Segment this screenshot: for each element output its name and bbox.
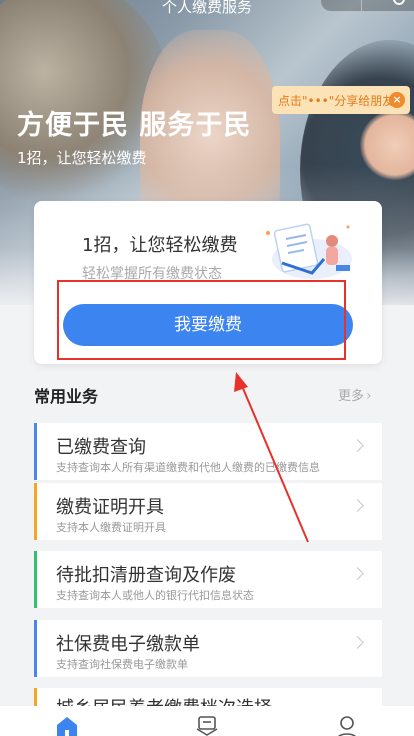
chevron-right-icon bbox=[351, 636, 364, 649]
list-item[interactable]: 社保费电子缴款单 支持查询社保费电子缴款单 bbox=[34, 620, 382, 677]
annotation-highlight-box bbox=[57, 280, 346, 360]
item-title: 社保费电子缴款单 bbox=[56, 634, 200, 655]
mini-program-capsule[interactable] bbox=[320, 0, 414, 12]
chevron-right-icon bbox=[351, 439, 364, 452]
home-icon[interactable] bbox=[54, 714, 80, 736]
close-icon[interactable]: × bbox=[389, 92, 405, 108]
list-item[interactable]: 已缴费查询 支持查询本人所有渠道缴费和代他人缴费的已缴费信息 bbox=[34, 423, 382, 480]
item-accent-bar bbox=[34, 423, 37, 480]
chevron-right-icon bbox=[351, 499, 364, 512]
card-title: 1招，让您轻松缴费 bbox=[82, 235, 238, 256]
payment-illustration-icon bbox=[266, 223, 352, 279]
list-item[interactable]: 待批扣清册查询及作废 支持查询本人或他人的银行代扣信息状态 bbox=[34, 551, 382, 608]
annotation-arrow-icon bbox=[234, 372, 309, 543]
capsule-divider bbox=[361, 0, 362, 11]
chevron-right-icon bbox=[351, 567, 364, 580]
capsule-close-icon[interactable] bbox=[393, 0, 405, 5]
item-desc: 支持查询本人或他人的银行代扣信息状态 bbox=[56, 589, 254, 602]
item-accent-bar bbox=[34, 483, 37, 540]
bill-icon[interactable] bbox=[194, 714, 220, 736]
section-title: 常用业务 bbox=[34, 387, 99, 406]
share-tip[interactable]: 点击"•••"分享给朋友 × bbox=[272, 86, 410, 114]
chevron-right-icon: › bbox=[366, 388, 372, 404]
list-item[interactable]: 缴费证明开具 支持本人缴费证明开具 bbox=[34, 483, 382, 540]
item-title: 缴费证明开具 bbox=[56, 497, 164, 518]
more-link[interactable]: 更多 › bbox=[338, 385, 372, 404]
bottom-nav bbox=[0, 706, 414, 736]
item-accent-bar bbox=[34, 551, 37, 608]
item-title: 待批扣清册查询及作废 bbox=[56, 565, 236, 586]
more-label: 更多 bbox=[338, 389, 365, 404]
user-icon[interactable] bbox=[334, 714, 360, 736]
hero-title: 方便于民 服务于民 bbox=[17, 110, 252, 141]
share-tip-text: 点击"•••"分享给朋友 bbox=[278, 93, 395, 108]
item-desc: 支持本人缴费证明开具 bbox=[56, 521, 166, 534]
hero-subtitle: 1招，让您轻松缴费 bbox=[17, 149, 147, 167]
item-title: 已缴费查询 bbox=[56, 437, 146, 458]
item-desc: 支持查询社保费电子缴款单 bbox=[56, 658, 188, 671]
item-accent-bar bbox=[34, 620, 37, 677]
